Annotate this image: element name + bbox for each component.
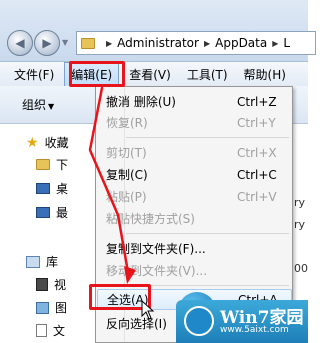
menu-item-label: 复制到文件夹(F)...	[106, 242, 206, 256]
menu-item-copy[interactable]: 复制(C) Ctrl+C	[97, 164, 292, 185]
back-button[interactable]: ◀	[7, 30, 33, 56]
menu-view[interactable]: 查看(V)	[123, 63, 177, 86]
menu-edit[interactable]: 编辑(E)	[64, 61, 120, 87]
breadcrumb[interactable]: ▶ Administrator ▶ AppData ▶ L	[76, 31, 316, 55]
menu-item-label: 移动到文件夹(V)...	[106, 264, 208, 278]
menu-item-paste[interactable]: 粘贴(P) Ctrl+V	[97, 186, 292, 207]
chevron-right-icon[interactable]: ▶	[106, 39, 112, 48]
organize-label: 组织	[22, 98, 47, 112]
nav-item-label: 视	[54, 278, 67, 292]
nav-favorites[interactable]: ★ 收藏	[26, 134, 69, 151]
breadcrumb-item-administrator[interactable]: Administrator	[117, 36, 199, 50]
file-list-fragment: 00	[294, 262, 308, 275]
menu-item-shortcut: Ctrl+V	[237, 189, 277, 204]
menu-item-label: 复制(C)	[106, 168, 148, 182]
nav-item-label: 图	[55, 301, 68, 315]
nav-libraries-label: 库	[46, 255, 59, 269]
video-icon	[36, 278, 48, 291]
forward-button[interactable]: ▶	[34, 30, 60, 56]
menu-item-cut[interactable]: 剪切(T) Ctrl+X	[97, 142, 292, 163]
library-icon	[26, 255, 40, 268]
menu-item-label: 撤消 删除(U)	[106, 95, 176, 109]
nav-item-desktop[interactable]: 桌	[36, 180, 68, 197]
folder-icon	[36, 159, 50, 170]
menu-item-copy-to-folder[interactable]: 复制到文件夹(F)...	[97, 238, 292, 259]
file-list-fragment: ry	[294, 196, 306, 209]
organize-button[interactable]: 组织 ▼	[22, 96, 54, 113]
menu-item-label: 反向选择(I)	[106, 317, 167, 331]
menu-help[interactable]: 帮助(H)	[238, 63, 292, 86]
menu-tools[interactable]: 工具(T)	[181, 63, 234, 86]
chevron-right-icon[interactable]: ▶	[272, 39, 278, 48]
menu-item-label: 粘贴快捷方式(S)	[106, 212, 195, 226]
nav-item-downloads[interactable]: 下	[36, 156, 68, 173]
chevron-right-icon[interactable]: ▶	[204, 39, 210, 48]
menu-item-move-to-folder[interactable]: 移动到文件夹(V)...	[97, 260, 292, 281]
nav-item-label: 最	[56, 206, 69, 220]
menu-item-shortcut: Ctrl+X	[237, 145, 277, 160]
file-list-fragment: ry	[294, 218, 306, 231]
menu-item-shortcut: Ctrl+Y	[237, 115, 276, 130]
menu-item-shortcut: Ctrl+Z	[237, 94, 277, 109]
document-icon	[36, 324, 47, 337]
nav-item-label: 下	[56, 158, 69, 172]
picture-icon	[36, 301, 49, 314]
star-icon: ★	[26, 134, 39, 151]
menu-item-shortcut: Ctrl+C	[237, 167, 277, 182]
recent-places-icon	[36, 207, 50, 218]
navigation-pane: ★ 收藏 下 桌 最 库 视 图 文	[0, 124, 100, 343]
chevron-down-icon: ▼	[48, 102, 55, 111]
nav-item-pictures[interactable]: 图	[36, 299, 67, 316]
nav-item-videos[interactable]: 视	[36, 276, 66, 293]
menu-item-label: 剪切(T)	[106, 146, 147, 160]
menu-file[interactable]: 文件(F)	[8, 63, 60, 86]
address-bar-area: ◀ ▶ ▼ ▶ Administrator ▶ AppData ▶ L	[0, 0, 316, 62]
menu-separator	[126, 285, 289, 286]
windows-logo-icon	[184, 306, 214, 336]
menu-separator	[126, 233, 289, 234]
nav-item-documents[interactable]: 文	[36, 322, 65, 339]
menu-item-paste-shortcut[interactable]: 粘贴快捷方式(S)	[97, 208, 292, 229]
menu-item-redo[interactable]: 恢复(R) Ctrl+Y	[97, 112, 292, 133]
arrow-right-icon: ▶	[42, 36, 52, 50]
nav-libraries[interactable]: 库	[26, 253, 58, 270]
history-dropdown-icon[interactable]: ▼	[62, 38, 68, 47]
mouse-cursor-icon	[141, 300, 155, 320]
menu-item-label: 粘贴(P)	[106, 190, 147, 204]
menu-item-label: 恢复(R)	[106, 116, 148, 130]
nav-item-label: 文	[53, 324, 66, 338]
nav-item-recent[interactable]: 最	[36, 204, 68, 221]
watermark-url: www.5aixt.com	[220, 325, 289, 335]
watermark-badge: Win7家园 www.5aixt.com	[176, 300, 308, 343]
arrow-left-icon: ◀	[15, 36, 25, 50]
menu-separator	[126, 137, 289, 138]
breadcrumb-item-local[interactable]: L	[283, 36, 290, 50]
menu-item-undo-delete[interactable]: 撤消 删除(U) Ctrl+Z	[97, 91, 292, 112]
breadcrumb-item-appdata[interactable]: AppData	[215, 36, 267, 50]
nav-favorites-label: 收藏	[44, 136, 69, 150]
desktop-icon	[36, 183, 50, 194]
menu-bar: 文件(F) 编辑(E) 查看(V) 工具(T) 帮助(H)	[0, 61, 308, 87]
folder-icon	[81, 37, 95, 49]
nav-item-label: 桌	[56, 182, 69, 196]
